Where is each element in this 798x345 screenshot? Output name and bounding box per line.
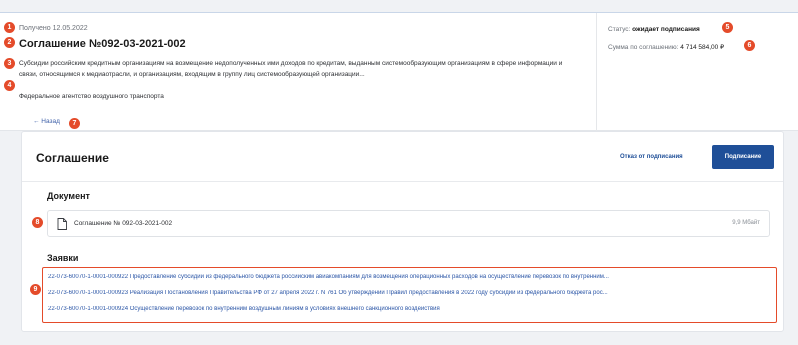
- marker-badge-1: 1: [4, 22, 15, 33]
- document-icon: [57, 218, 67, 230]
- status-value: ожидает подписания: [632, 26, 700, 33]
- marker-badge-3: 3: [4, 58, 15, 69]
- sum-field: Сумма по соглашению: 4 714 584,00 ₽: [608, 43, 724, 51]
- agreement-title: Соглашение №092-03-2021-002: [19, 38, 186, 50]
- back-link[interactable]: ← Назад: [33, 118, 60, 125]
- marker-badge-2: 2: [4, 37, 15, 48]
- refuse-signing-button[interactable]: Отказ от подписания: [620, 154, 683, 160]
- status-field: Статус: ожидает подписания: [608, 26, 700, 33]
- document-name: Соглашение № 092-03-2021-002: [74, 220, 173, 227]
- request-link-3[interactable]: 22-073-60070-1-0001-000924 Осуществление…: [48, 306, 772, 312]
- marker-badge-8: 8: [32, 217, 43, 228]
- document-row[interactable]: Соглашение № 092-03-2021-002 9,9 Мбайт: [47, 210, 770, 237]
- marker-badge-4: 4: [4, 80, 15, 91]
- document-size: 9,9 Мбайт: [732, 220, 760, 226]
- agency-name: Федеральное агентство воздушного транспо…: [19, 93, 164, 100]
- requests-list: 22-073-60070-1-0001-000922 Предоставлени…: [42, 267, 777, 323]
- marker-badge-9: 9: [30, 284, 41, 295]
- marker-badge-5: 5: [722, 22, 733, 33]
- agreement-header: Получено 12.05.2022 Соглашение №092-03-2…: [0, 12, 798, 131]
- card-title: Соглашение: [36, 151, 109, 165]
- sign-button[interactable]: Подписание: [712, 145, 774, 169]
- request-link-2[interactable]: 22-073-60070-1-0001-000923 Реализация По…: [48, 290, 772, 296]
- agreement-description: Субсидии российским кредитным организаци…: [19, 60, 563, 78]
- card-divider: [22, 181, 783, 182]
- header-divider: [596, 13, 597, 131]
- status-label: Статус:: [608, 26, 631, 33]
- sum-value: 4 714 584,00 ₽: [680, 44, 725, 51]
- sum-label: Сумма по соглашению:: [608, 44, 679, 51]
- marker-badge-7: 7: [69, 118, 80, 129]
- requests-section-title: Заявки: [47, 253, 79, 263]
- document-section-title: Документ: [47, 191, 90, 201]
- marker-badge-6: 6: [744, 40, 755, 51]
- request-link-1[interactable]: 22-073-60070-1-0001-000922 Предоставлени…: [48, 274, 772, 280]
- received-date: Получено 12.05.2022: [19, 25, 88, 32]
- agreement-card: Соглашение Отказ от подписания Подписани…: [21, 131, 784, 332]
